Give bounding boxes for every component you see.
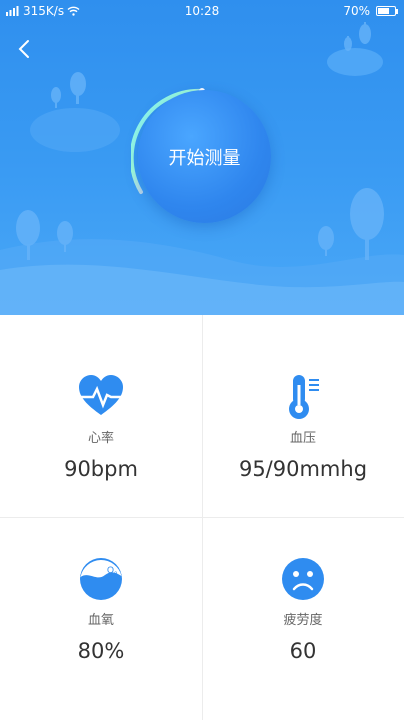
status-bar: 315K/s 10:28 70% [0,0,404,22]
start-measure-button[interactable]: 开始测量 [138,90,271,223]
metric-label: 血氧 [87,613,114,628]
metric-value: 95/90mmhg [238,457,368,481]
metric-fatigue[interactable]: 疲劳度 60 [202,517,404,719]
metric-label: 心率 [87,431,114,446]
heart-rate-icon [79,375,125,415]
battery-percent: 70% [343,4,370,18]
metrics-grid: 心率 90bpm 血压 95/90mmhg O 2 血氧 80% 疲劳度 60 [0,315,404,720]
oxygen-symbol: O [107,565,114,575]
metric-value: 60 [289,639,317,663]
oxygen-icon: O 2 [80,558,122,600]
back-button[interactable] [14,38,36,60]
metric-blood-oxygen[interactable]: O 2 血氧 80% [0,517,202,719]
thermometer-icon [289,375,319,419]
battery-level [378,8,390,14]
metric-heart-rate[interactable]: 心率 90bpm [0,315,202,517]
metric-value: 90bpm [64,457,138,481]
metric-value: 80% [77,639,125,663]
metric-label: 血压 [289,431,316,446]
battery-icon [376,6,398,16]
header: 315K/s 10:28 70% 开始测量 [0,0,404,315]
sad-face-icon [282,558,324,600]
metric-label: 疲劳度 [283,613,323,628]
metric-blood-pressure[interactable]: 血压 95/90mmhg [202,315,404,517]
